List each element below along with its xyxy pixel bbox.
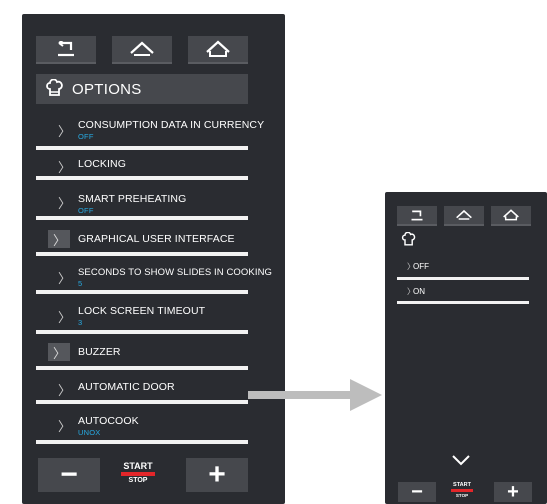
option-label: LOCK SCREEN TIMEOUT — [78, 305, 206, 317]
option-label: CONSUMPTION DATA IN CURRENCY — [78, 119, 265, 131]
start-label: START — [453, 482, 471, 488]
option-smart-preheating[interactable]: 〉 SMART PREHEATING OFF — [36, 180, 248, 220]
my-home-button[interactable] — [112, 36, 172, 64]
chevron-right-icon: 〉 — [48, 230, 70, 248]
option-seconds-to-show-slides[interactable]: 〉 SECONDS TO SHOW SLIDES IN COOKING 5 — [36, 256, 272, 294]
detail-header — [397, 230, 531, 250]
minus-button-small[interactable]: − — [398, 482, 436, 502]
back-icon — [58, 41, 74, 57]
option-label: ON — [413, 287, 425, 296]
chevron-down-icon[interactable] — [451, 454, 471, 466]
option-value: 5 — [78, 279, 83, 288]
my-home-icon — [456, 209, 472, 220]
option-on[interactable]: 〉 ON — [397, 280, 529, 304]
chef-hat-icon — [401, 232, 416, 246]
option-label: SMART PREHEATING — [78, 193, 187, 205]
option-value: OFF — [78, 132, 94, 141]
chevron-right-icon: 〉 — [58, 160, 72, 175]
option-label: GRAPHICAL USER INTERFACE — [78, 233, 235, 245]
option-label: SECONDS TO SHOW SLIDES IN COOKING — [78, 267, 273, 278]
stop-label: STOP — [128, 477, 148, 484]
plus-icon: + — [507, 481, 519, 503]
option-automatic-door[interactable]: 〉 AUTOMATIC DOOR — [36, 370, 248, 404]
my-home-button-small[interactable] — [444, 206, 484, 226]
options-header: OPTIONS — [36, 74, 248, 104]
chef-hat-icon — [46, 79, 64, 99]
option-value: UNOX — [78, 428, 101, 437]
start-stop-button[interactable]: START STOP — [118, 461, 158, 484]
option-buzzer[interactable]: 〉 BUZZER — [36, 334, 248, 370]
option-lock-screen-timeout[interactable]: 〉 LOCK SCREEN TIMEOUT 3 — [36, 294, 248, 334]
transition-arrow-icon — [248, 379, 382, 411]
chevron-right-icon: 〉 — [48, 343, 70, 361]
option-label: AUTOCOOK — [78, 415, 139, 427]
chevron-right-icon: 〉 — [58, 271, 72, 286]
option-label: AUTOMATIC DOOR — [78, 381, 175, 393]
back-button-small[interactable] — [397, 206, 437, 226]
home-icon — [503, 209, 519, 221]
option-label: BUZZER — [78, 346, 121, 358]
chevron-right-icon: 〉 — [58, 419, 72, 434]
page-title: OPTIONS — [72, 80, 142, 98]
start-stop-bar — [451, 489, 473, 492]
option-label: LOCKING — [78, 158, 126, 170]
home-button[interactable] — [188, 36, 248, 64]
option-off[interactable]: 〉 OFF — [397, 254, 529, 280]
start-label: START — [123, 461, 153, 471]
chevron-right-icon: 〉 — [58, 196, 72, 211]
option-locking[interactable]: 〉 LOCKING — [36, 150, 248, 180]
start-stop-button-small[interactable]: START STOP — [448, 482, 476, 498]
home-button-small[interactable] — [491, 206, 531, 226]
minus-button[interactable]: − — [38, 458, 100, 492]
option-label: OFF — [413, 262, 429, 271]
plus-button[interactable]: + — [186, 458, 248, 492]
start-stop-bar — [121, 472, 155, 476]
back-icon — [411, 210, 423, 220]
divider — [36, 440, 248, 444]
stop-label: STOP — [455, 493, 469, 498]
plus-icon: + — [208, 458, 226, 491]
chevron-right-icon: 〉 — [58, 310, 72, 325]
back-button[interactable] — [36, 36, 96, 64]
home-icon — [206, 40, 230, 57]
divider — [397, 301, 529, 304]
option-graphical-user-interface[interactable]: 〉 GRAPHICAL USER INTERFACE — [36, 220, 248, 256]
option-value: OFF — [78, 206, 94, 215]
chevron-right-icon: 〉 — [58, 124, 72, 139]
minus-icon: − — [60, 458, 78, 491]
option-consumption-data[interactable]: 〉 CONSUMPTION DATA IN CURRENCY OFF — [36, 112, 264, 150]
chevron-right-icon: 〉 — [58, 383, 72, 398]
minus-icon: − — [411, 481, 423, 503]
plus-button-small[interactable]: + — [494, 482, 532, 502]
my-home-icon — [130, 41, 154, 56]
option-value: 3 — [78, 318, 83, 327]
option-autocook[interactable]: 〉 AUTOCOOK UNOX — [36, 404, 248, 444]
